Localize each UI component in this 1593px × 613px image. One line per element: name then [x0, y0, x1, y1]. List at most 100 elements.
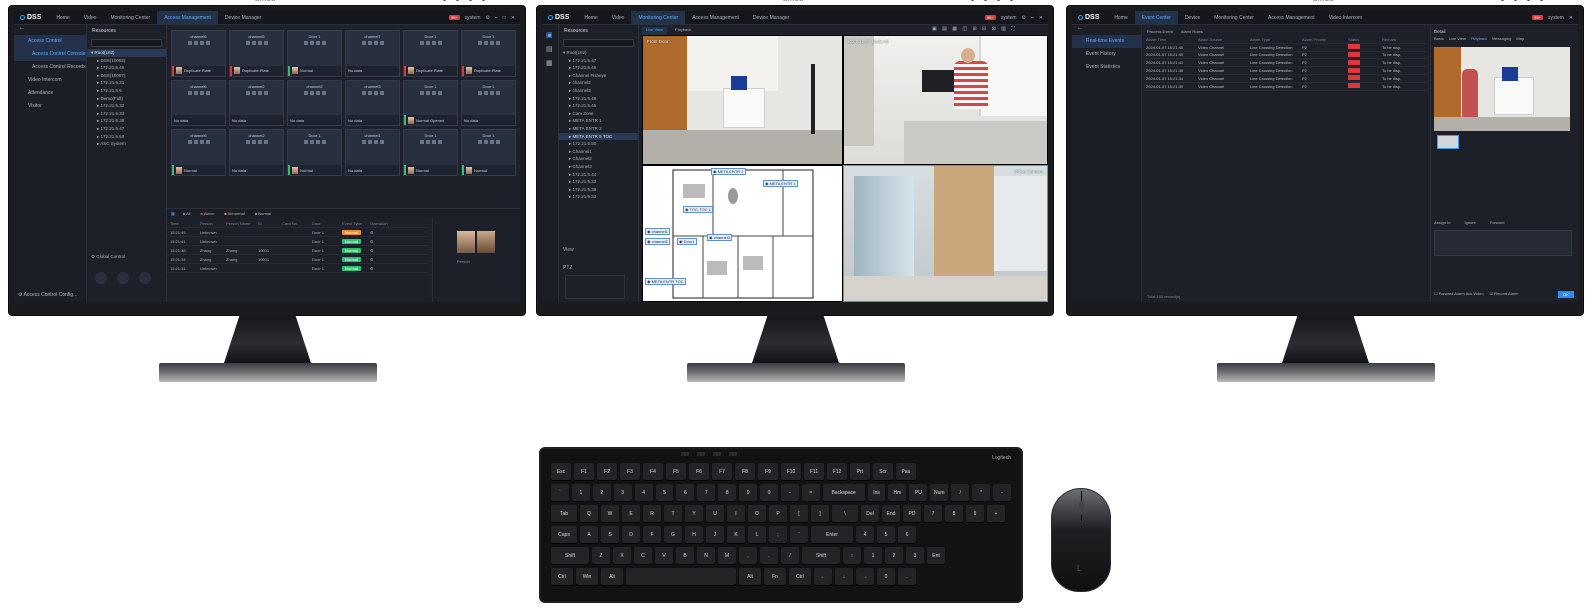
- door-card[interactable]: Door 1 Normal: [287, 30, 342, 77]
- media-key[interactable]: [729, 452, 737, 456]
- access-config-link[interactable]: ⚙ Access Control Config...: [18, 292, 77, 298]
- door-action-icon[interactable]: [437, 41, 442, 45]
- key[interactable]: ,: [739, 547, 757, 565]
- key[interactable]: .: [760, 547, 778, 565]
- key[interactable]: J: [706, 526, 724, 544]
- video-tile-1[interactable]: Front Door: [642, 35, 843, 165]
- top-tab[interactable]: Monitoring Center: [1207, 11, 1261, 25]
- door-card[interactable]: channel2 No data: [229, 129, 284, 176]
- key[interactable]: Alt: [739, 568, 761, 586]
- key[interactable]: Ins: [867, 484, 886, 502]
- emap-camera-marker[interactable]: ◉ channel2: [645, 238, 670, 245]
- key[interactable]: W: [601, 505, 619, 523]
- key[interactable]: Z: [592, 547, 610, 565]
- key[interactable]: Shift: [802, 547, 840, 565]
- top-tab[interactable]: Access Management: [685, 11, 746, 25]
- key[interactable]: ;: [769, 526, 787, 544]
- door-action-icon[interactable]: [379, 41, 384, 45]
- key[interactable]: 2: [885, 547, 903, 565]
- key[interactable]: 1: [571, 484, 590, 502]
- key[interactable]: End: [882, 505, 900, 523]
- key[interactable]: [: [790, 505, 808, 523]
- key[interactable]: 0: [877, 568, 895, 586]
- key[interactable]: F6: [689, 463, 709, 481]
- key[interactable]: ': [790, 526, 808, 544]
- key[interactable]: 7: [697, 484, 716, 502]
- key[interactable]: A: [580, 526, 598, 544]
- video-tile-4[interactable]: Office Camera: [843, 165, 1048, 302]
- key[interactable]: Win: [576, 568, 598, 586]
- snapshot-thumbnail[interactable]: [1437, 135, 1459, 149]
- detail-tab[interactable]: Playback: [1471, 36, 1487, 44]
- key[interactable]: E: [622, 505, 640, 523]
- key[interactable]: 7: [924, 505, 942, 523]
- column-header[interactable]: Person Name: [223, 221, 255, 226]
- key[interactable]: 5: [655, 484, 674, 502]
- alarm-badge[interactable]: 99+: [448, 15, 460, 20]
- key[interactable]: Pau: [896, 463, 916, 481]
- door-action-icon[interactable]: [379, 90, 384, 95]
- tab-playback[interactable]: Playback: [671, 27, 695, 35]
- key[interactable]: PU: [909, 484, 928, 502]
- door-action-icon[interactable]: [245, 140, 250, 145]
- monitor-button[interactable]: [1501, 0, 1504, 1]
- close-icon[interactable]: ✕: [511, 15, 515, 21]
- key[interactable]: PD: [903, 505, 921, 523]
- emap-camera-marker[interactable]: ◉ Door1: [677, 238, 697, 245]
- nav-item[interactable]: Attendance: [14, 87, 86, 100]
- key[interactable]: Num: [930, 484, 949, 502]
- key[interactable]: U: [706, 505, 724, 523]
- top-tab[interactable]: Device Manager: [218, 11, 268, 25]
- monitor-button[interactable]: [997, 0, 1000, 1]
- door-action-icon[interactable]: [495, 90, 500, 95]
- door-action-icon[interactable]: [431, 90, 436, 95]
- back-icon[interactable]: ←: [1072, 25, 1141, 35]
- view-section[interactable]: View: [563, 247, 574, 253]
- key[interactable]: 3: [906, 547, 924, 565]
- emap-camera-marker[interactable]: ◉ META ENTR 1: [763, 180, 798, 187]
- door-action-icon[interactable]: [437, 90, 442, 95]
- column-header[interactable]: Status: [1346, 37, 1380, 42]
- forward-ack-checkbox[interactable]: ☐ Forward Alarm Ack Video: [1434, 291, 1484, 296]
- key[interactable]: -: [780, 484, 799, 502]
- tree-node[interactable]: ▸ Channel2: [559, 155, 638, 163]
- key[interactable]: ↑: [843, 547, 861, 565]
- form-option[interactable]: Forward: [1490, 220, 1505, 225]
- user-menu[interactable]: system: [1548, 15, 1564, 21]
- tree-node[interactable]: ▸ DSS(10002): [87, 57, 166, 65]
- keyboard[interactable]: Logitech Esc F1 F2 F3 F4 F5 F6 F7 F8 F9 F10 F11 F12 P…: [539, 447, 1023, 603]
- minimize-icon[interactable]: –: [1031, 15, 1034, 21]
- door-action-icon[interactable]: [309, 41, 314, 45]
- key[interactable]: V: [655, 547, 673, 565]
- detail-tab[interactable]: Live View: [1449, 36, 1466, 44]
- tree-node[interactable]: ▸ META ENTR 5 TOC: [559, 132, 638, 141]
- tree-node[interactable]: ▸ 172.21.5.38: [87, 117, 166, 125]
- monitor-button[interactable]: [1540, 0, 1543, 1]
- key[interactable]: F1: [574, 463, 594, 481]
- key[interactable]: Ent: [927, 547, 945, 565]
- key[interactable]: X: [613, 547, 631, 565]
- door-card[interactable]: channel7 No data: [345, 30, 400, 77]
- emap-camera-marker[interactable]: ◉ META ENTR TOC: [645, 278, 686, 285]
- nav-item[interactable]: Access Control: [14, 35, 86, 48]
- door-action-icon[interactable]: [263, 41, 268, 45]
- emap-camera-marker[interactable]: ◉ TOC-TOC 1: [683, 206, 713, 213]
- door-card[interactable]: channel6 Normal: [171, 129, 226, 176]
- key[interactable]: Alt: [601, 568, 623, 586]
- column-header[interactable]: Time: [167, 221, 197, 226]
- alarm-row[interactable]: 2024-01-07 15:21:41 Video Channel Line Cro…: [1144, 59, 1428, 68]
- door-action-icon[interactable]: [303, 90, 308, 95]
- door-action-icon[interactable]: [193, 140, 198, 145]
- key[interactable]: Ctrl: [551, 568, 573, 586]
- monitor-button[interactable]: [1514, 0, 1517, 1]
- door-action-icon[interactable]: [431, 41, 436, 45]
- tree-node[interactable]: ▸ ASC System: [87, 140, 166, 148]
- key[interactable]: F5: [666, 463, 686, 481]
- key[interactable]: Tab: [551, 505, 577, 523]
- door-card[interactable]: channel2 No data: [287, 79, 342, 127]
- top-tab[interactable]: Video Intercom: [1322, 11, 1370, 25]
- tree-node[interactable]: ▸ 172.21.5.5: [87, 87, 166, 95]
- door-action-icon[interactable]: [361, 41, 366, 45]
- key[interactable]: Enter: [811, 526, 853, 544]
- key[interactable]: F9: [758, 463, 778, 481]
